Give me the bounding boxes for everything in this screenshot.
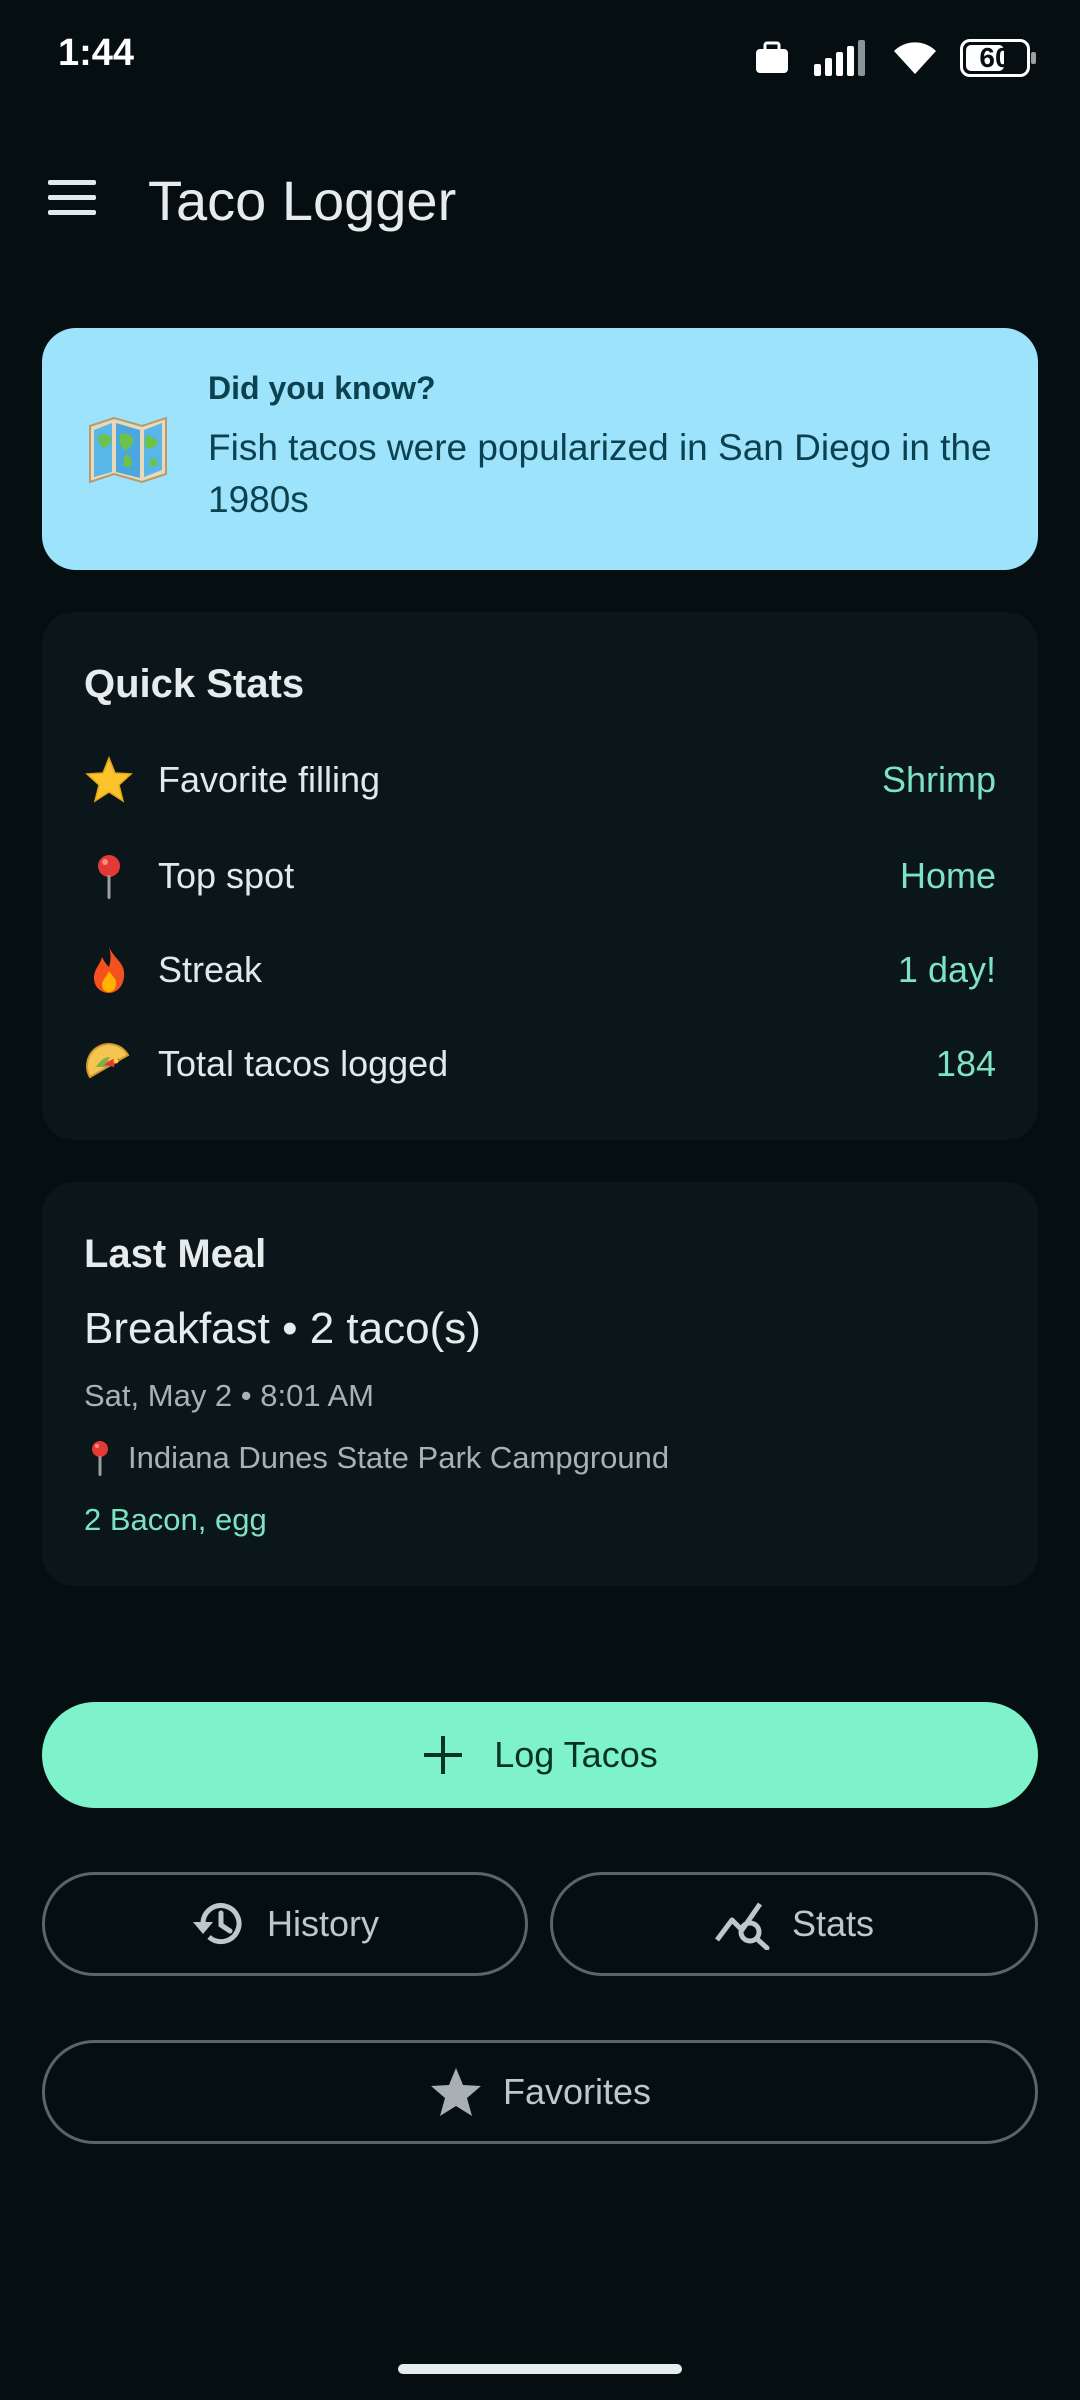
log-tacos-button[interactable]: Log Tacos [42,1702,1038,1808]
stat-value: 1 day! [897,949,996,990]
stat-label: Top spot [158,855,295,896]
battery-icon: 60 [960,39,1036,77]
stat-row-favorite-filling: Favorite filling Shrimp [84,750,996,810]
quick-stats-title: Quick Stats [84,662,305,706]
app-bar: Taco Logger [0,140,1080,260]
battery-tip [1031,52,1036,64]
last-meal-card[interactable]: Last Meal Breakfast • 2 taco(s) Sat, May… [42,1182,1038,1586]
meal-location: Indiana Dunes State Park Campground [84,1438,669,1478]
quick-stats-card: Quick Stats Favorite filling Shrimp Top … [42,612,1038,1140]
stats-button[interactable]: Stats [550,1872,1038,1976]
status-icons: 60 [754,36,1036,80]
stat-value: Home [899,855,996,896]
star-icon [430,2068,481,2116]
meal-location-text: Indiana Dunes State Park Campground [128,1440,670,1475]
fire-icon [94,947,125,993]
fun-fact-text: Fish tacos were popularized in San Diego… [208,427,992,520]
world-map-icon [89,416,167,484]
favorites-button[interactable]: Favorites [42,2040,1038,2144]
star-icon [85,755,133,803]
favorites-label: Favorites [502,2071,652,2112]
history-label: History [266,1903,379,1944]
battery-level-text: 60 [979,42,1011,73]
work-briefcase-icon [756,41,788,73]
status-time: 1:44 [58,32,135,74]
stat-label: Streak [158,949,263,990]
history-button[interactable]: History [42,1872,528,1976]
meal-summary: Breakfast • 2 taco(s) [84,1304,481,1353]
fun-fact-heading: Did you know? [208,370,436,406]
pin-icon [98,855,120,899]
stat-row-total-tacos: Total tacos logged 184 [84,1034,996,1094]
meal-datetime: Sat, May 2 • 8:01 AM [84,1378,374,1413]
home-indicator[interactable] [398,2364,682,2374]
log-tacos-label: Log Tacos [494,1734,658,1775]
wifi-icon [894,42,936,74]
plus-icon [424,1736,463,1774]
meal-fillings: 2 Bacon, egg [84,1502,267,1537]
stat-row-top-spot: Top spot Home [84,846,996,906]
app-title: Taco Logger [148,169,457,232]
stat-label: Favorite filling [158,759,381,800]
stat-value: Shrimp [881,759,996,800]
taco-icon [86,1043,130,1079]
fun-fact-card: Did you know? Fish tacos were popularize… [42,328,1038,570]
history-icon [192,1903,242,1945]
pin-icon [92,1441,108,1476]
last-meal-title: Last Meal [84,1232,267,1276]
stats-label: Stats [791,1903,875,1944]
signal-icon [814,40,865,76]
hamburger-menu-icon[interactable] [48,180,100,220]
status-bar: 1:44 60 [0,0,1080,120]
stat-row-streak: Streak 1 day! [84,940,996,1000]
stats-analytics-icon [714,1902,770,1950]
stat-value: 184 [935,1043,996,1084]
stat-label: Total tacos logged [158,1043,449,1084]
